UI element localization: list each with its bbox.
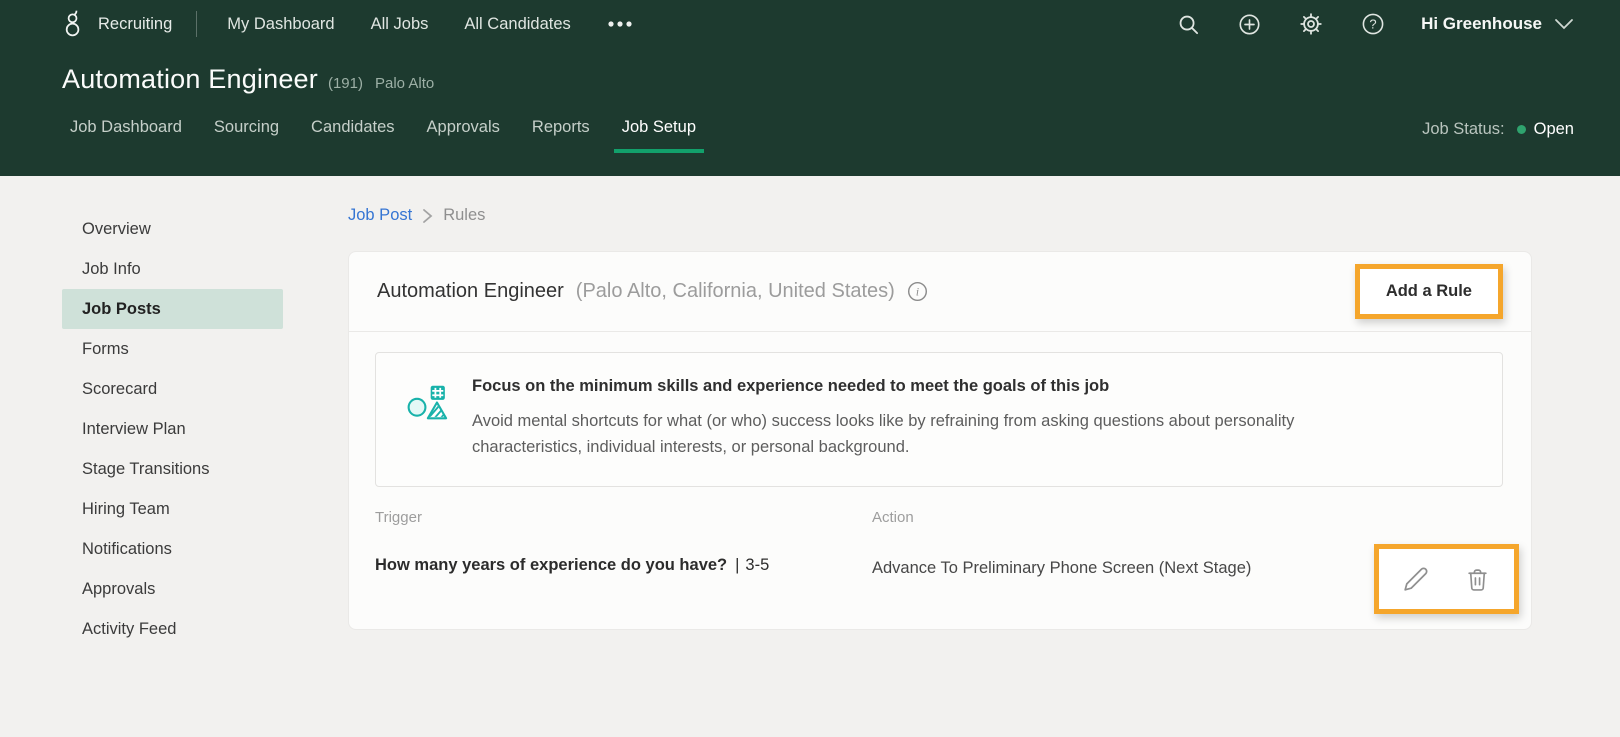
rules-card-header: Automation Engineer (Palo Alto, Californ… (349, 252, 1531, 332)
status-value: Open (1533, 120, 1574, 138)
rules-card: Automation Engineer (Palo Alto, Californ… (348, 251, 1532, 630)
chevron-right-icon (422, 208, 433, 224)
sidebar-item-overview[interactable]: Overview (62, 209, 283, 249)
svg-text:?: ? (1369, 16, 1376, 31)
gear-icon[interactable] (1299, 12, 1323, 36)
info-icon[interactable]: i (907, 281, 928, 302)
tip-body: Avoid mental shortcuts for what (or who)… (472, 412, 1295, 456)
row-actions (1379, 549, 1514, 609)
job-status: Job Status: Open (1422, 120, 1574, 153)
main-panel: Job Post Rules Automation Engineer (Palo… (348, 176, 1532, 649)
sidebar-item-forms[interactable]: Forms (62, 329, 283, 369)
more-menu-icon[interactable] (607, 19, 633, 29)
nav-item-all-jobs[interactable]: All Jobs (371, 15, 429, 34)
nav-item-my-dashboard[interactable]: My Dashboard (227, 15, 334, 34)
tip-text-group: Focus on the minimum skills and experien… (472, 377, 1352, 460)
user-menu-label: Hi Greenhouse (1421, 14, 1542, 33)
add-rule-button[interactable]: Add a Rule (1359, 269, 1498, 314)
add-icon[interactable] (1238, 13, 1261, 36)
svg-text:i: i (916, 287, 919, 299)
sidebar-item-activity-feed[interactable]: Activity Feed (62, 609, 283, 649)
tab-job-dashboard[interactable]: Job Dashboard (62, 118, 190, 153)
help-icon[interactable]: ? (1361, 12, 1385, 36)
inclusion-tip-box: Focus on the minimum skills and experien… (375, 352, 1503, 488)
job-location: Palo Alto (375, 75, 435, 92)
tab-job-setup[interactable]: Job Setup (613, 118, 704, 153)
page-content: Overview Job Info Job Posts Forms Scorec… (0, 176, 1620, 649)
nav-right-group: ? Hi Greenhouse (1139, 12, 1574, 36)
breadcrumb-job-post-link[interactable]: Job Post (348, 206, 412, 225)
job-status-label: Job Status: (1422, 120, 1505, 138)
page-title: Automation Engineer (62, 64, 318, 94)
chevron-down-icon (1554, 18, 1574, 30)
sidebar-item-interview-plan[interactable]: Interview Plan (62, 409, 283, 449)
sidebar-item-approvals[interactable]: Approvals (62, 569, 283, 609)
tab-approvals[interactable]: Approvals (419, 118, 508, 153)
rules-card-body: Focus on the minimum skills and experien… (349, 332, 1531, 629)
user-menu[interactable]: Hi Greenhouse (1421, 14, 1574, 34)
top-navbar: Recruiting My Dashboard All Jobs All Can… (0, 0, 1620, 48)
job-title-row: Automation Engineer (191) Palo Alto (0, 48, 1620, 95)
greenhouse-logo-icon[interactable] (62, 9, 84, 39)
nav-item-all-candidates[interactable]: All Candidates (464, 15, 570, 34)
nav-divider (196, 11, 198, 37)
sidebar-item-scorecard[interactable]: Scorecard (62, 369, 283, 409)
trigger-separator: | (735, 556, 740, 575)
sidebar-item-job-posts[interactable]: Job Posts (62, 289, 283, 329)
tab-sourcing[interactable]: Sourcing (206, 118, 287, 153)
trigger-question: How many years of experience do you have… (375, 556, 728, 575)
tip-heading: Focus on the minimum skills and experien… (472, 377, 1110, 395)
sidebar-item-job-info[interactable]: Job Info (62, 249, 283, 289)
action-column-header: Action (872, 509, 914, 527)
product-name: Recruiting (98, 14, 173, 33)
add-rule-highlight: Add a Rule (1354, 264, 1503, 319)
sidebar-item-notifications[interactable]: Notifications (62, 529, 283, 569)
trigger-column-header: Trigger (375, 509, 422, 527)
tab-reports[interactable]: Reports (524, 118, 598, 153)
rules-card-location: (Palo Alto, California, United States) (575, 280, 895, 302)
app-header: Recruiting My Dashboard All Jobs All Can… (0, 0, 1620, 176)
tab-candidates[interactable]: Candidates (303, 118, 402, 153)
rules-card-title: Automation Engineer (377, 280, 564, 302)
breadcrumb: Job Post Rules (348, 206, 1532, 225)
job-tabs: Job Dashboard Sourcing Candidates Approv… (0, 95, 1620, 155)
trash-icon[interactable] (1465, 567, 1490, 592)
status-open-dot (1516, 125, 1526, 134)
rule-trigger-cell: How many years of experience do you have… (375, 556, 872, 575)
rules-table-header: Trigger Action (375, 509, 1503, 526)
pencil-icon[interactable] (1403, 566, 1429, 592)
rule-action-cell: Advance To Preliminary Phone Screen (Nex… (872, 559, 1252, 578)
breadcrumb-current: Rules (443, 206, 486, 224)
job-req-id: (191) (327, 75, 363, 92)
shapes-diversity-icon (406, 383, 448, 421)
job-setup-sidebar: Overview Job Info Job Posts Forms Scorec… (62, 209, 283, 649)
rule-row: How many years of experience do you have… (375, 544, 1519, 615)
search-icon[interactable] (1177, 13, 1200, 36)
sidebar-item-hiring-team[interactable]: Hiring Team (62, 489, 283, 529)
trigger-value: 3-5 (745, 556, 770, 575)
sidebar-item-stage-transitions[interactable]: Stage Transitions (62, 449, 283, 489)
row-actions-highlight (1374, 544, 1519, 615)
